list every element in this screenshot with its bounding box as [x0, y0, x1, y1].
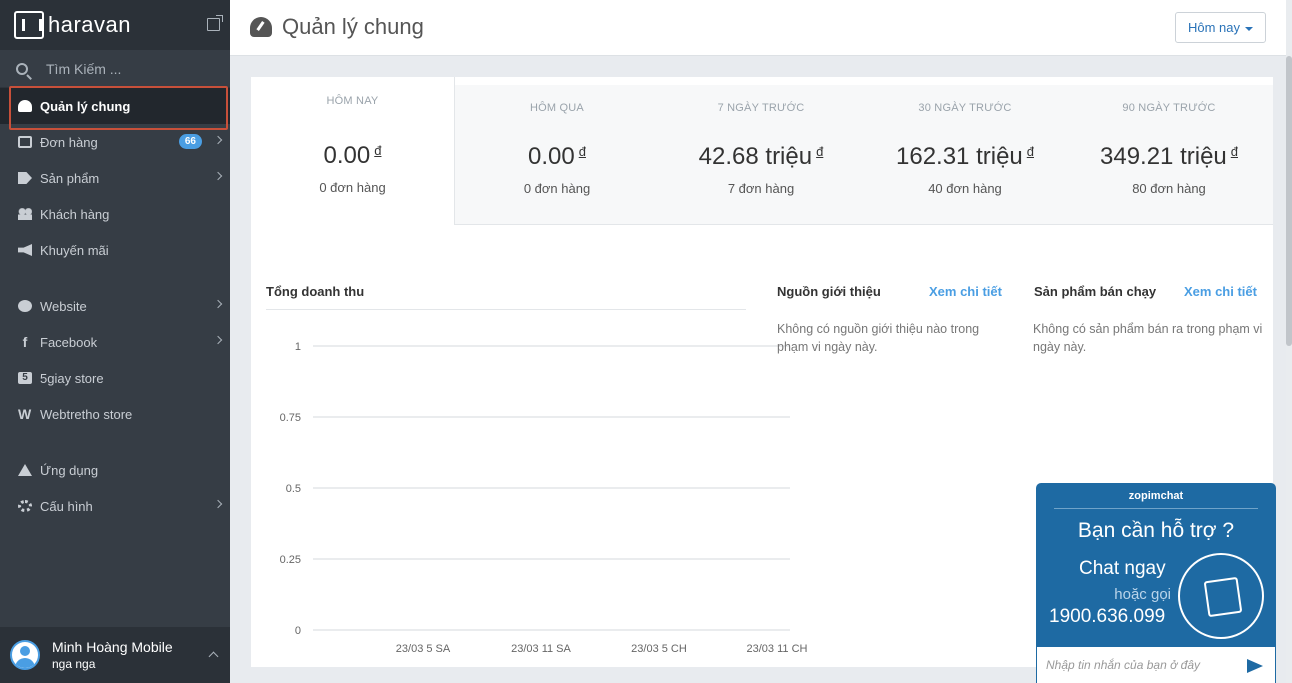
5giay-icon: 5 [18, 372, 32, 384]
x-tick-label: 23/03 11 SA [511, 643, 571, 655]
orders-count-badge: 66 [178, 134, 202, 149]
brand-name[interactable]: haravan [48, 12, 131, 38]
bestsellers-title: Sản phẩm bán chạy [1034, 284, 1157, 299]
chevron-right-icon [213, 135, 223, 145]
sidebar-item-label: Facebook [40, 334, 98, 350]
sidebar-item-webtretho[interactable]: W Webtretho store [0, 396, 230, 432]
chat-question: Bạn cần hỗ trợ ? [1077, 519, 1235, 542]
sidebar-item-website[interactable]: Website [0, 288, 230, 324]
sidebar-item-settings[interactable]: Cấu hình [0, 488, 230, 524]
top-bar: Quản lý chung Hôm nay [230, 0, 1286, 56]
divider [1054, 508, 1258, 509]
webtretho-icon: W [18, 406, 32, 422]
y-tick-label: 0.5 [286, 483, 301, 495]
bestsellers-empty-text: Không có sản phẩm bán ra trong phạm vi n… [1033, 322, 1263, 354]
chart-x-ticks: 23/03 5 SA 23/03 11 SA 23/03 5 CH 23/03 11 … [396, 643, 808, 655]
search-input[interactable] [46, 60, 196, 77]
chevron-right-icon [213, 335, 223, 345]
date-range-label: Hôm nay [1187, 20, 1240, 35]
y-tick-label: 0.75 [280, 412, 301, 424]
page-title-text: Quản lý chung [282, 14, 424, 39]
chat-brand: zopimchat [1128, 490, 1184, 502]
sidebar-item-label: Sản phẩm [40, 170, 100, 186]
sidebar-item-products[interactable]: Sản phẩm [0, 160, 230, 196]
chat-message-input[interactable] [1046, 658, 1236, 672]
megaphone-icon [18, 244, 32, 256]
sidebar-item-facebook[interactable]: f Facebook [0, 324, 230, 360]
sidebar-item-promotions[interactable]: Khuyến mãi [0, 232, 230, 268]
sidebar: haravan Quản lý chung Đơn hàng 66 Sản ph… [0, 0, 230, 683]
chat-or-call: hoặc gọi [1114, 586, 1171, 603]
palette-icon [250, 17, 272, 37]
apps-icon [18, 464, 32, 476]
sidebar-item-apps[interactable]: Ứng dụng [0, 452, 230, 488]
user-name: Minh Hoàng Mobile [52, 639, 173, 655]
gear-icon [18, 500, 32, 512]
avatar [10, 640, 40, 670]
caret-down-icon [1245, 26, 1253, 31]
sidebar-item-label: Ứng dụng [40, 462, 99, 478]
sidebar-item-5giay[interactable]: 5 5giay store [0, 360, 230, 396]
haravan-logo-icon[interactable] [14, 11, 44, 39]
sidebar-item-label: Khuyến mãi [40, 242, 109, 258]
y-tick-label: 0 [295, 625, 301, 637]
chat-now-label[interactable]: Chat ngay [1079, 558, 1166, 580]
date-range-dropdown[interactable]: Hôm nay [1174, 12, 1266, 43]
sidebar-item-dashboard[interactable]: Quản lý chung [0, 88, 230, 124]
chevron-up-icon[interactable] [208, 651, 219, 662]
shopping-bag-icon [1178, 553, 1264, 639]
facebook-icon: f [22, 334, 28, 350]
sidebar-item-label: Đơn hàng [40, 134, 98, 150]
brand-header: haravan [0, 0, 230, 50]
sidebar-item-customers[interactable]: Khách hàng [0, 196, 230, 232]
scrollbar[interactable] [1286, 0, 1292, 683]
chevron-right-icon [213, 499, 223, 509]
chevron-right-icon [213, 171, 223, 181]
send-icon[interactable] [1247, 659, 1263, 673]
bestsellers-details-link[interactable]: Xem chi tiết [1184, 284, 1257, 299]
external-link-icon[interactable] [207, 15, 223, 31]
chat-phone[interactable]: 1900.636.099 [1049, 606, 1165, 628]
chart-y-ticks: 1 0.75 0.5 0.25 0 [280, 341, 301, 637]
scrollbar-thumb[interactable] [1286, 56, 1292, 346]
chat-input-bar [1037, 647, 1275, 683]
inbox-icon [18, 136, 32, 148]
sidebar-item-label: Quản lý chung [40, 98, 131, 114]
user-menu[interactable]: Minh Hoàng Mobile nga nga [0, 627, 230, 683]
sidebar-item-orders[interactable]: Đơn hàng 66 [0, 124, 230, 160]
users-icon [18, 208, 32, 220]
user-info: Minh Hoàng Mobile nga nga [52, 639, 173, 671]
sidebar-item-label: Khách hàng [40, 206, 110, 222]
chat-widget[interactable]: zopimchat Bạn cần hỗ trợ ? Chat ngay hoặ… [1036, 483, 1276, 683]
chart-grid [313, 345, 790, 631]
referrals-title: Nguồn giới thiệu [777, 284, 881, 299]
chevron-right-icon [213, 299, 223, 309]
dashboard-icon [18, 100, 32, 112]
user-subtitle: nga nga [52, 657, 96, 671]
sidebar-item-label: 5giay store [40, 370, 104, 386]
sidebar-item-label: Webtretho store [40, 406, 133, 422]
page-title: Quản lý chung [250, 14, 424, 40]
y-tick-label: 0.25 [280, 554, 301, 566]
search-icon [16, 62, 28, 75]
x-tick-label: 23/03 5 SA [396, 643, 451, 655]
search-bar [0, 50, 230, 88]
x-tick-label: 23/03 11 CH [747, 643, 808, 655]
tag-icon [18, 172, 32, 184]
y-tick-label: 1 [295, 341, 301, 353]
x-tick-label: 23/03 5 CH [631, 643, 687, 655]
referrals-details-link[interactable]: Xem chi tiết [929, 284, 1002, 299]
globe-icon [18, 300, 32, 312]
sidebar-item-label: Website [40, 298, 87, 314]
referrals-empty-text: Không có nguồn giới thiệu nào trong phạm… [777, 322, 980, 354]
sidebar-item-label: Cấu hình [40, 498, 93, 514]
